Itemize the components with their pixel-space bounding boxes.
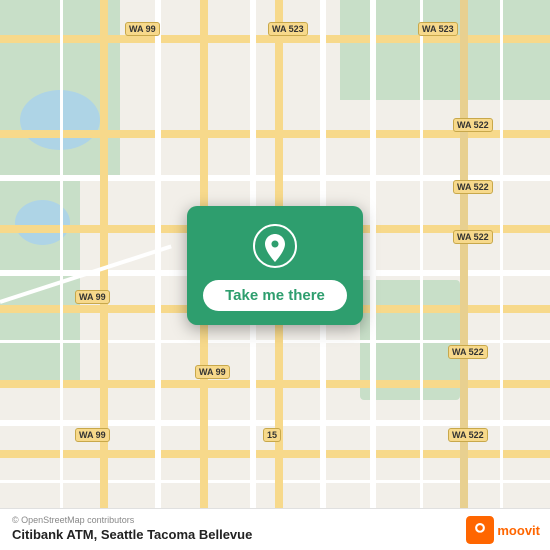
hwy-label-wa522-5: WA 522 <box>448 428 488 442</box>
attribution-text: © OpenStreetMap contributors <box>12 515 538 525</box>
take-me-there-button[interactable]: Take me there <box>203 280 347 311</box>
road-v-highway-3 <box>460 0 468 550</box>
road-v-major-1 <box>155 0 161 550</box>
hwy-label-wa99-2: WA 99 <box>75 290 110 304</box>
hwy-label-wa522-3: WA 522 <box>453 230 493 244</box>
hwy-label-wa522-4: WA 522 <box>448 345 488 359</box>
hwy-label-wa522-2: WA 522 <box>453 180 493 194</box>
location-pin-icon <box>253 224 297 268</box>
road-v-minor-1 <box>420 0 423 550</box>
road-v-minor-2 <box>500 0 503 550</box>
hwy-label-wa522-1: WA 522 <box>453 118 493 132</box>
moovit-label: moovit <box>497 523 540 538</box>
hwy-label-i15-2: 15 <box>263 428 281 442</box>
hwy-label-wa523-2: WA 523 <box>418 22 458 36</box>
road-v-highway-1 <box>100 0 108 550</box>
hwy-label-wa99-4: WA 99 <box>75 428 110 442</box>
road-v-major-4 <box>370 0 376 550</box>
hwy-label-wa99-3: WA 99 <box>195 365 230 379</box>
moovit-icon <box>466 516 494 544</box>
road-v-minor-3 <box>60 0 63 550</box>
hwy-label-wa99-1: WA 99 <box>125 22 160 36</box>
location-popup: Take me there <box>187 206 363 325</box>
moovit-logo: moovit <box>466 516 540 544</box>
place-name: Citibank ATM, Seattle Tacoma Bellevue <box>12 527 538 542</box>
map-container: WA 99 WA 523 WA 523 WA 522 WA 522 WA 522… <box>0 0 550 550</box>
hwy-label-wa523-1: WA 523 <box>268 22 308 36</box>
